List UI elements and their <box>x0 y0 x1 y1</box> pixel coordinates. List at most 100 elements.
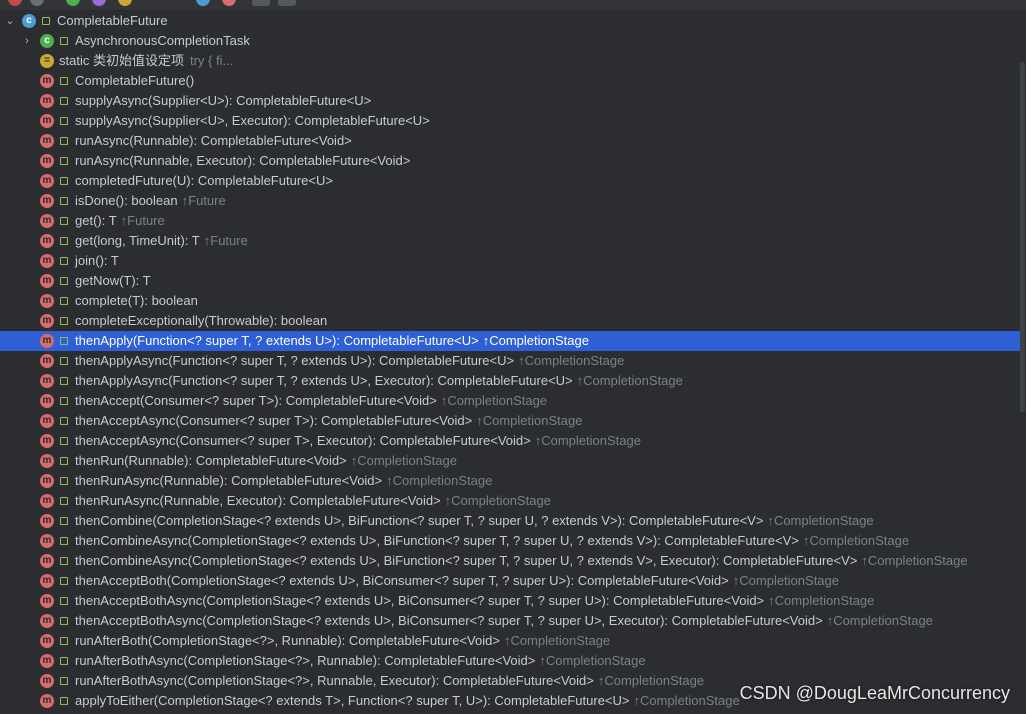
public-access-icon <box>60 357 68 365</box>
member-signature: thenRunAsync(Runnable): CompletableFutur… <box>75 473 383 488</box>
inherited-from-label: ↑Future <box>181 193 226 208</box>
show-fields-icon[interactable] <box>118 0 132 6</box>
member-row[interactable]: m supplyAsync(Supplier<U>): CompletableFu… <box>0 91 1020 111</box>
method-icon: m <box>40 214 54 228</box>
static-init-row[interactable]: = static 类初始值设定项 try { fi... <box>0 51 1020 71</box>
member-row[interactable]: m thenAccept(Consumer<? super T>): Comple… <box>0 391 1020 411</box>
method-icon: m <box>40 394 54 408</box>
vertical-scrollbar[interactable] <box>1020 62 1025 412</box>
public-access-icon <box>60 437 68 445</box>
member-row[interactable]: m thenRunAsync(Runnable): CompletableFutu… <box>0 471 1020 491</box>
class-icon: c <box>22 14 36 28</box>
show-inherited-icon[interactable] <box>66 0 80 6</box>
member-signature: thenAccept(Consumer<? super T>): Complet… <box>75 393 437 408</box>
chevron-right-icon[interactable]: › <box>20 31 34 51</box>
method-icon: m <box>40 174 54 188</box>
member-label: thenAcceptBoth(CompletionStage<? extends… <box>75 571 839 591</box>
member-row[interactable]: m isDone(): boolean ↑Future <box>0 191 1020 211</box>
member-row[interactable]: m getNow(T): T <box>0 271 1020 291</box>
sort-visibility-icon[interactable] <box>8 0 22 6</box>
member-row[interactable]: m thenCombineAsync(CompletionStage<? exte… <box>0 551 1020 571</box>
method-icon: m <box>40 374 54 388</box>
member-row[interactable]: m get(long, TimeUnit): T ↑Future <box>0 231 1020 251</box>
public-access-icon <box>60 677 68 685</box>
show-properties-icon[interactable] <box>92 0 106 6</box>
inherited-from-label: ↑CompletionStage <box>350 453 457 468</box>
inner-class-label: AsynchronousCompletionTask <box>75 33 250 48</box>
method-icon: m <box>40 234 54 248</box>
member-row[interactable]: m thenRun(Runnable): CompletableFuture<Vo… <box>0 451 1020 471</box>
member-signature: get(long, TimeUnit): T <box>75 233 200 248</box>
method-icon: m <box>40 354 54 368</box>
member-row[interactable]: m thenRunAsync(Runnable, Executor): Compl… <box>0 491 1020 511</box>
method-icon: m <box>40 534 54 548</box>
member-label: join(): T <box>75 251 119 271</box>
sort-alpha-icon[interactable] <box>30 0 44 6</box>
member-row[interactable]: m completeExceptionally(Throwable): boole… <box>0 311 1020 331</box>
member-signature: supplyAsync(Supplier<U>, Executor): Comp… <box>75 113 430 128</box>
inner-class-row[interactable]: › c AsynchronousCompletionTask <box>0 31 1020 51</box>
member-label: get(): T ↑Future <box>75 211 165 231</box>
public-access-icon <box>60 497 68 505</box>
member-row[interactable]: m supplyAsync(Supplier<U>, Executor): Com… <box>0 111 1020 131</box>
show-methods-icon[interactable] <box>222 0 236 6</box>
public-access-icon <box>60 537 68 545</box>
member-label: getNow(T): T <box>75 271 151 291</box>
member-row[interactable]: m runAfterBothAsync(CompletionStage<?>, R… <box>0 651 1020 671</box>
public-access-icon <box>60 237 68 245</box>
member-row[interactable]: m thenCombineAsync(CompletionStage<? exte… <box>0 531 1020 551</box>
method-icon: m <box>40 454 54 468</box>
member-row[interactable]: m thenApplyAsync(Function<? super T, ? ex… <box>0 371 1020 391</box>
public-access-icon <box>60 377 68 385</box>
member-row[interactable]: m CompletableFuture() <box>0 71 1020 91</box>
member-signature: thenCombineAsync(CompletionStage<? exten… <box>75 553 858 568</box>
expand-all-button[interactable] <box>252 0 270 6</box>
public-access-icon <box>60 577 68 585</box>
member-row[interactable]: m complete(T): boolean <box>0 291 1020 311</box>
root-class-label: CompletableFuture <box>57 13 168 28</box>
member-row[interactable]: m thenCombine(CompletionStage<? extends U… <box>0 511 1020 531</box>
public-access-icon <box>42 17 50 25</box>
member-row[interactable]: m runAfterBoth(CompletionStage<?>, Runnab… <box>0 631 1020 651</box>
member-row[interactable]: m thenApply(Function<? super T, ? extends… <box>0 331 1020 351</box>
show-lambdas-icon[interactable] <box>196 0 210 6</box>
member-signature: runAsync(Runnable): CompletableFuture<Vo… <box>75 133 352 148</box>
member-signature: runAfterBothAsync(CompletionStage<?>, Ru… <box>75 673 594 688</box>
member-row[interactable]: m thenAcceptAsync(Consumer<? super T>, Ex… <box>0 431 1020 451</box>
method-icon: m <box>40 294 54 308</box>
collapse-all-button[interactable] <box>278 0 296 6</box>
member-row[interactable]: m get(): T ↑Future <box>0 211 1020 231</box>
method-icon: m <box>40 434 54 448</box>
member-row[interactable]: m thenApplyAsync(Function<? super T, ? ex… <box>0 351 1020 371</box>
inner-class-icon: c <box>40 34 54 48</box>
member-label: thenRun(Runnable): CompletableFuture<Voi… <box>75 451 457 471</box>
method-icon: m <box>40 134 54 148</box>
inherited-from-label: ↑Future <box>203 233 248 248</box>
member-label: thenAcceptBothAsync(CompletionStage<? ex… <box>75 611 933 631</box>
chevron-down-icon[interactable]: ⌄ <box>3 11 17 31</box>
member-signature: completeExceptionally(Throwable): boolea… <box>75 313 328 328</box>
member-row[interactable]: m thenAcceptBothAsync(CompletionStage<? e… <box>0 591 1020 611</box>
member-label: CompletableFuture() <box>75 71 194 91</box>
public-access-icon <box>60 257 68 265</box>
method-icon: m <box>40 74 54 88</box>
member-signature: runAsync(Runnable, Executor): Completabl… <box>75 153 411 168</box>
member-row[interactable]: m runAsync(Runnable, Executor): Completab… <box>0 151 1020 171</box>
member-signature: thenAcceptAsync(Consumer<? super T>, Exe… <box>75 433 531 448</box>
public-access-icon <box>60 317 68 325</box>
member-signature: thenRun(Runnable): CompletableFuture<Voi… <box>75 453 347 468</box>
inherited-from-label: ↑CompletionStage <box>503 633 611 648</box>
member-label: thenApply(Function<? super T, ? extends … <box>75 331 589 351</box>
member-label: get(long, TimeUnit): T ↑Future <box>75 231 248 251</box>
inherited-from-label: ↑CompletionStage <box>861 553 968 568</box>
member-label: runAsync(Runnable, Executor): Completabl… <box>75 151 410 171</box>
member-row[interactable]: m thenAcceptBoth(CompletionStage<? extend… <box>0 571 1020 591</box>
method-icon: m <box>40 574 54 588</box>
member-row[interactable]: m runAsync(Runnable): CompletableFuture<V… <box>0 131 1020 151</box>
member-row[interactable]: m completedFuture(U): CompletableFuture<U… <box>0 171 1020 191</box>
tree-root-row[interactable]: ⌄ c CompletableFuture <box>0 11 1020 31</box>
member-signature: applyToEither(CompletionStage<? extends … <box>75 693 630 708</box>
member-row[interactable]: m join(): T <box>0 251 1020 271</box>
member-row[interactable]: m thenAcceptAsync(Consumer<? super T>): C… <box>0 411 1020 431</box>
member-row[interactable]: m thenAcceptBothAsync(CompletionStage<? e… <box>0 611 1020 631</box>
